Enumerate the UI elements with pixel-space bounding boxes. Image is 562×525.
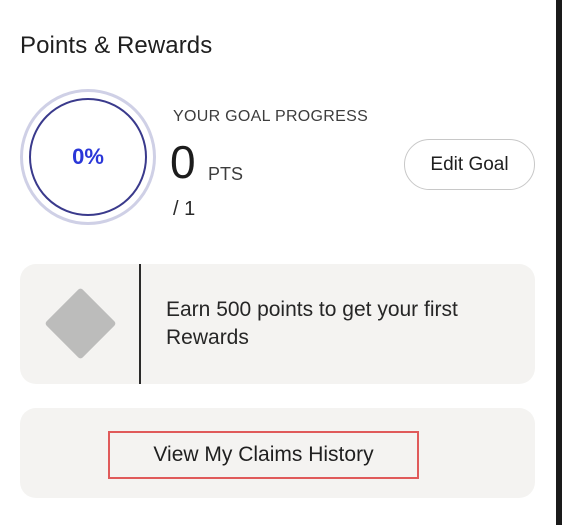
goal-points-unit: PTS: [208, 164, 244, 184]
claims-history-card: View My Claims History: [20, 408, 535, 498]
diamond-icon: [44, 287, 117, 360]
earn-rewards-message: Earn 500 points to get your first Reward…: [166, 298, 458, 349]
panel-edge-border: [556, 0, 562, 525]
edit-goal-button[interactable]: Edit Goal: [404, 139, 535, 190]
goal-progress-label: YOUR GOAL PROGRESS: [173, 108, 369, 125]
goal-points-value: 0: [170, 136, 196, 188]
earn-rewards-card: Earn 500 points to get your first Reward…: [20, 264, 535, 384]
goal-target: / 1: [173, 198, 196, 220]
goal-progress-ring: 0%: [20, 89, 156, 225]
goal-percent: 0%: [72, 144, 104, 169]
rewards-panel: Points & Rewards 0% YOUR GOAL PROGRESS 0…: [0, 0, 556, 525]
view-claims-history-link[interactable]: View My Claims History: [108, 431, 419, 479]
goal-progress-ring-inner: 0%: [29, 98, 147, 216]
earn-card-divider: [139, 264, 141, 384]
page-title: Points & Rewards: [20, 32, 213, 59]
